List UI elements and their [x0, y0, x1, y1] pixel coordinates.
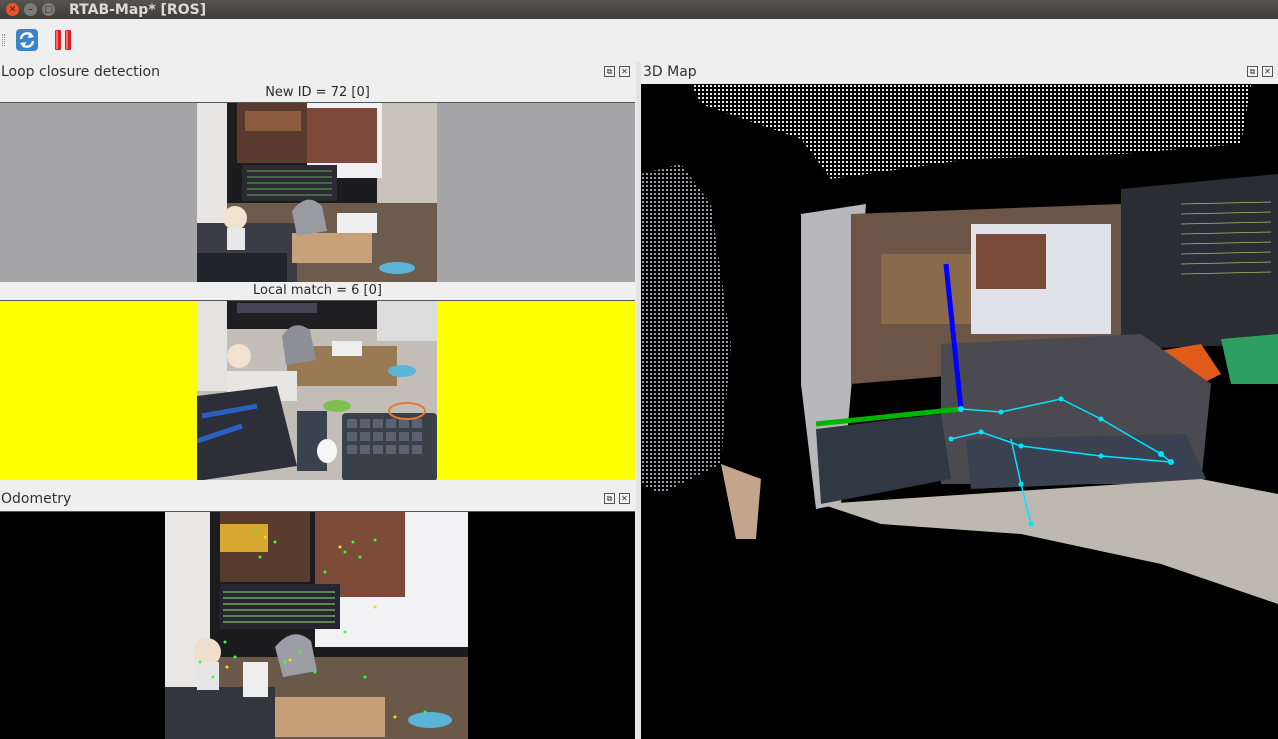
close-icon[interactable]: ✕	[1262, 66, 1273, 77]
close-icon[interactable]: ✕	[619, 66, 630, 77]
window-minimize-button[interactable]: –	[24, 3, 37, 16]
loop-closure-dock-title: Loop closure detection	[1, 64, 160, 80]
map3d-dock-title: 3D Map	[643, 64, 697, 80]
window-title: RTAB-Map* [ROS]	[69, 1, 207, 18]
map3d-view[interactable]	[641, 84, 1278, 739]
loop-closure-dock-buttons: ⧉ ✕	[604, 66, 630, 77]
odometry-dock-title: Odometry	[1, 491, 72, 507]
refresh-button[interactable]	[14, 27, 40, 53]
pause-icon	[55, 30, 71, 50]
odometry-image	[165, 512, 468, 739]
float-icon[interactable]: ⧉	[604, 66, 615, 77]
map3d-dock-buttons: ⧉ ✕	[1247, 66, 1273, 77]
pause-button[interactable]	[50, 27, 76, 53]
loop-odometry-splitter[interactable]	[0, 481, 636, 488]
float-icon[interactable]: ⧉	[604, 493, 615, 504]
main-toolbar	[0, 19, 1278, 61]
window-titlebar: ✕ – □ RTAB-Map* [ROS]	[0, 0, 1278, 19]
local-match-image	[197, 301, 437, 480]
toolbar-grip[interactable]	[2, 34, 5, 46]
window-close-button[interactable]: ✕	[6, 3, 19, 16]
close-icon[interactable]: ✕	[619, 493, 630, 504]
local-match-view	[0, 300, 635, 480]
odometry-dock-buttons: ⧉ ✕	[604, 493, 630, 504]
local-match-caption: Local match = 6 [0]	[253, 283, 382, 298]
new-id-caption: New ID = 72 [0]	[265, 85, 370, 100]
loop-closure-view	[0, 102, 635, 282]
float-icon[interactable]: ⧉	[1247, 66, 1258, 77]
odometry-view	[0, 511, 635, 739]
window-maximize-button[interactable]: □	[42, 3, 55, 16]
refresh-icon	[16, 29, 38, 51]
loop-closure-image	[197, 103, 437, 282]
point-cloud-render	[641, 84, 1278, 604]
